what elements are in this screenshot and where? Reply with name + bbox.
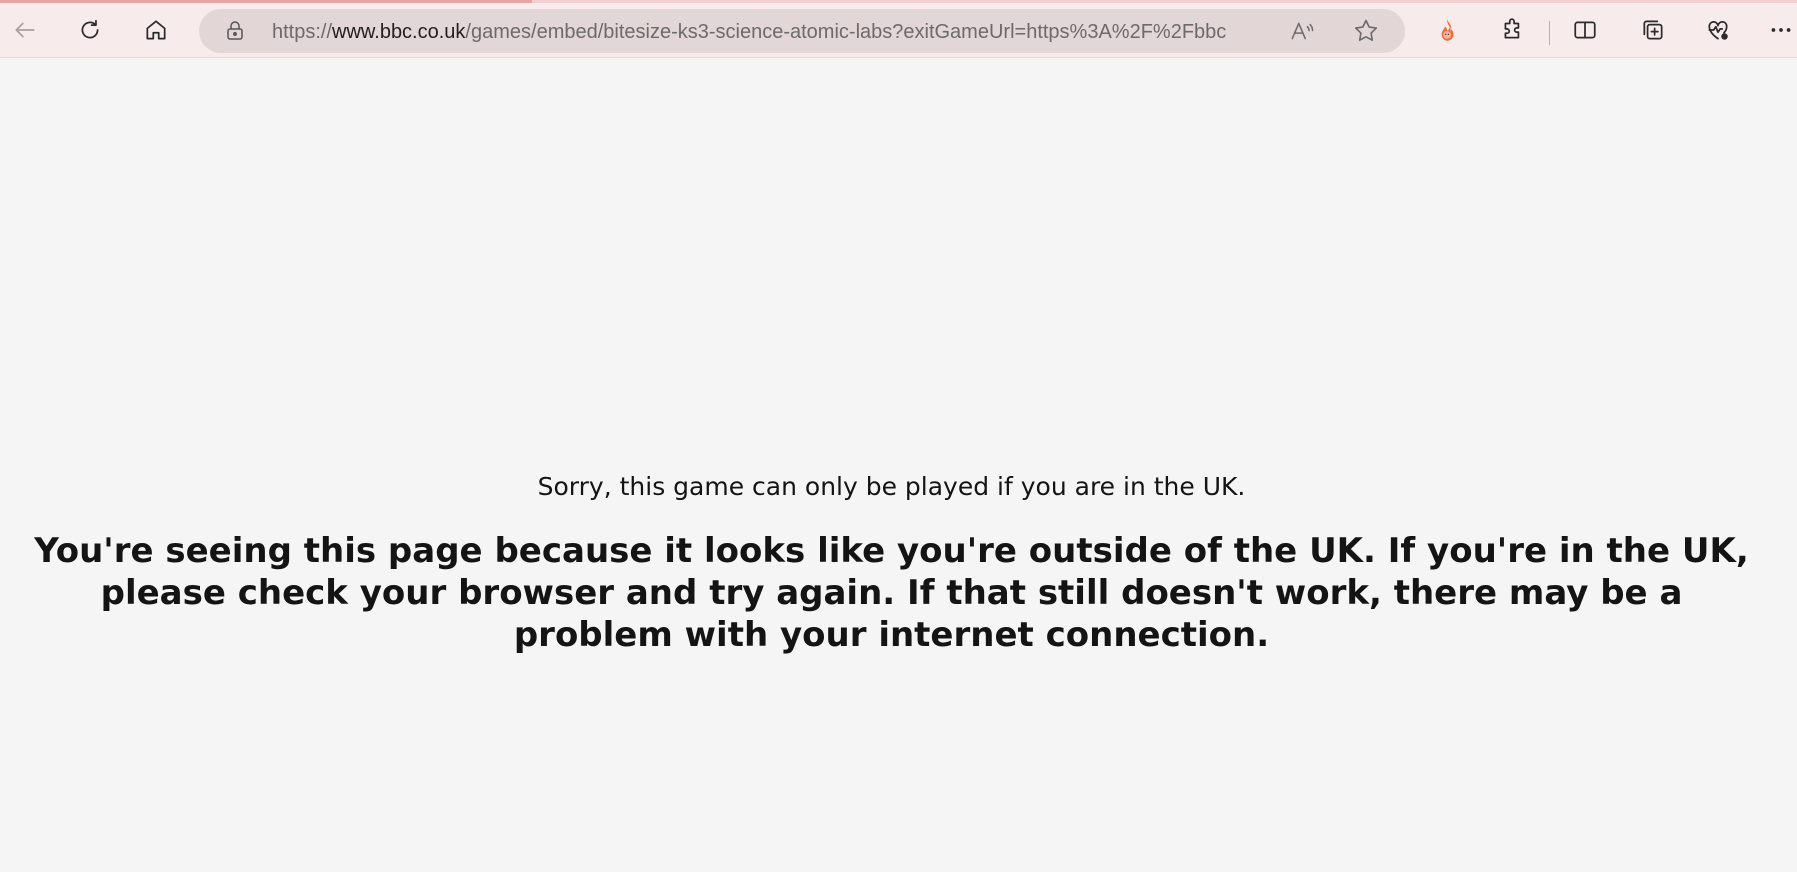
split-screen-button[interactable] [1566,11,1604,49]
flame-extension-button[interactable] [1428,11,1466,49]
home-icon [146,20,166,40]
lock-icon[interactable] [223,19,247,43]
puzzle-icon [1504,18,1520,39]
settings-menu-button[interactable] [1765,11,1797,49]
scrollbar-gutter[interactable] [1783,58,1797,872]
page-content: Sorry, this game can only be played if y… [0,58,1797,872]
back-button[interactable] [6,11,44,49]
refresh-button[interactable] [71,11,109,49]
back-arrow-icon [15,22,35,38]
url-prefix: https:// [272,21,333,43]
collections-icon [1643,20,1663,40]
address-bar[interactable]: https://www.bbc.co.uk/games/embed/bitesi… [199,9,1405,53]
browser-essentials-button[interactable] [1699,11,1737,49]
url-text[interactable]: https://www.bbc.co.uk/games/embed/bitesi… [272,20,1270,44]
toolbar-divider [1549,21,1550,45]
flame-extension-icon [1441,19,1454,41]
geo-restriction-explanation: You're seeing this page because it looks… [34,531,1749,655]
read-aloud-icon[interactable] [1289,18,1315,44]
home-button[interactable] [137,11,175,49]
heart-pulse-icon [1708,21,1728,40]
browser-toolbar: https://www.bbc.co.uk/games/embed/bitesi… [0,3,1797,58]
collections-button[interactable] [1634,11,1672,49]
url-path: /games/embed/bitesize-ks3-science-atomic… [465,21,1227,43]
browser-window: https://www.bbc.co.uk/games/embed/bitesi… [0,0,1797,872]
geo-restriction-message: Sorry, this game can only be played if y… [537,472,1246,501]
more-dots-icon [1771,28,1791,32]
star-icon[interactable] [1352,17,1380,45]
url-host: www.bbc.co.uk [332,21,466,43]
refresh-icon [81,19,99,39]
split-screen-icon [1574,21,1596,39]
extensions-button[interactable] [1494,11,1532,49]
